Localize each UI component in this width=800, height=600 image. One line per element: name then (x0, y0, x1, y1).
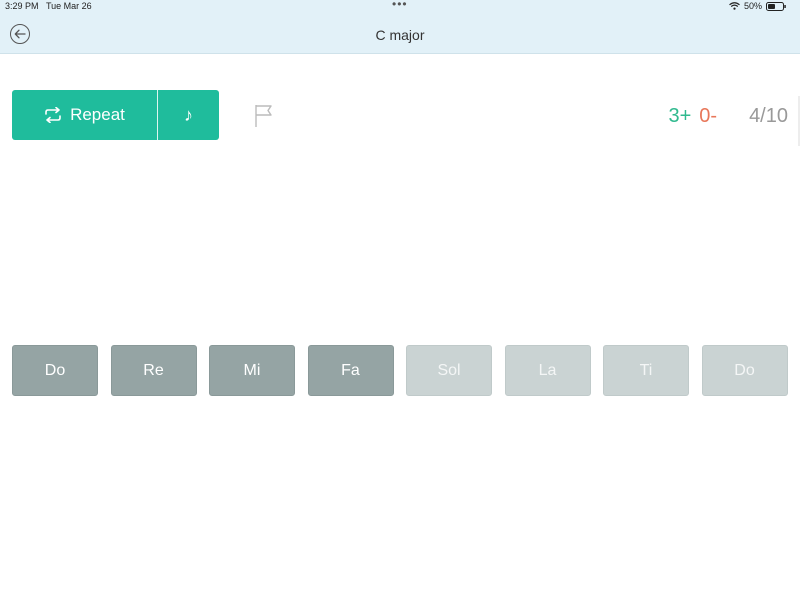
key-label: Ti (639, 361, 653, 379)
key-la[interactable]: La (504, 345, 591, 396)
key-label: Do (44, 361, 66, 379)
key-label: Re (143, 361, 164, 379)
key-fa[interactable]: Fa (307, 345, 394, 396)
question-progress: 4/10 (749, 105, 788, 127)
status-date: Tue Mar 26 (46, 1, 92, 11)
wrong-count: 0- (699, 105, 718, 127)
status-right-group: 50% (729, 1, 786, 11)
key-do[interactable]: Do (12, 345, 98, 396)
music-note-icon: ♪ (184, 104, 193, 125)
key-ti[interactable]: Ti (603, 345, 689, 396)
key-label: Mi (243, 361, 261, 379)
key-re[interactable]: Re (110, 345, 197, 396)
status-bar: 3:29 PM Tue Mar 26 ••• 50% (0, 0, 800, 14)
playback-controls: Repeat ♪ (12, 90, 219, 140)
flag-button[interactable] (254, 104, 274, 128)
repeat-button[interactable]: Repeat (12, 90, 158, 140)
solfege-keys: Do Re Mi Fa Sol La Ti Do (12, 345, 789, 396)
key-label: Do (734, 361, 755, 379)
multitasking-dots[interactable]: ••• (392, 0, 408, 11)
score-display: 3+ 0- 4/10 (668, 105, 788, 128)
page-title: C major (375, 27, 425, 43)
key-label: La (538, 361, 557, 379)
repeat-label: Repeat (70, 105, 125, 124)
key-do-high[interactable]: Do (701, 345, 788, 396)
flag-outline-icon (255, 105, 272, 127)
wifi-icon (729, 2, 740, 10)
key-mi[interactable]: Mi (209, 345, 295, 396)
battery-icon (766, 1, 786, 11)
correct-count: 3+ (668, 105, 692, 127)
key-sol[interactable]: Sol (406, 345, 492, 396)
key-label: Sol (437, 361, 461, 379)
status-time: 3:29 PM (5, 1, 39, 11)
play-note-button[interactable]: ♪ (158, 90, 219, 140)
battery-percent: 50% (743, 1, 762, 11)
navigation-bar: 3:29 PM Tue Mar 26 ••• 50% C major (0, 0, 800, 54)
repeat-arrows-icon (45, 107, 61, 123)
key-label: Fa (341, 361, 360, 379)
